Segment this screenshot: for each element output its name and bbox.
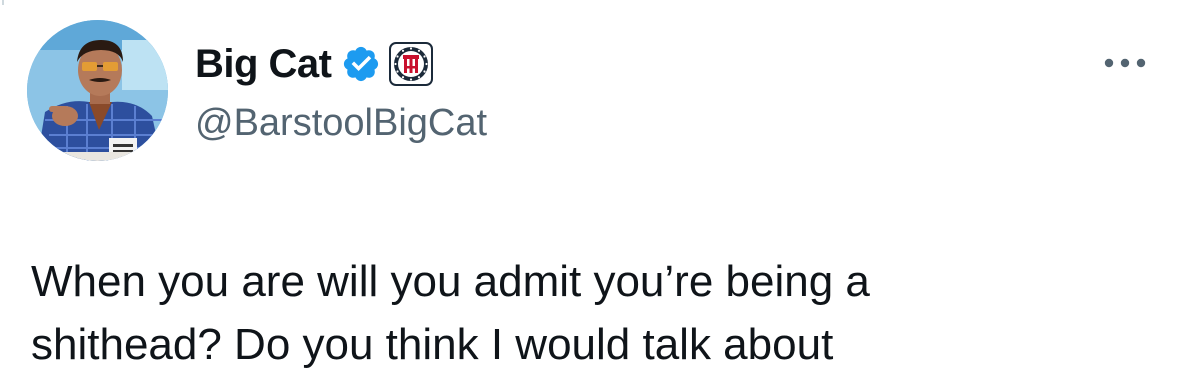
author-avatar[interactable] [27,20,168,161]
more-options-icon [1104,58,1146,68]
more-options-button[interactable] [1099,48,1151,78]
verified-badge-icon[interactable] [341,44,381,84]
tweet-body-text: When you are will you admit you’re being… [31,257,870,369]
barstool-badge-icon[interactable] [388,42,433,86]
thread-line-fragment [2,0,4,5]
avatar-image [27,20,168,161]
author-handle[interactable]: @BarstoolBigCat [195,99,487,147]
tweet-card: Big Cat @BarstoolBigCat When you are wil… [0,0,1179,392]
author-display-name[interactable]: Big Cat [195,38,332,90]
author-name-row: Big Cat [195,38,433,90]
